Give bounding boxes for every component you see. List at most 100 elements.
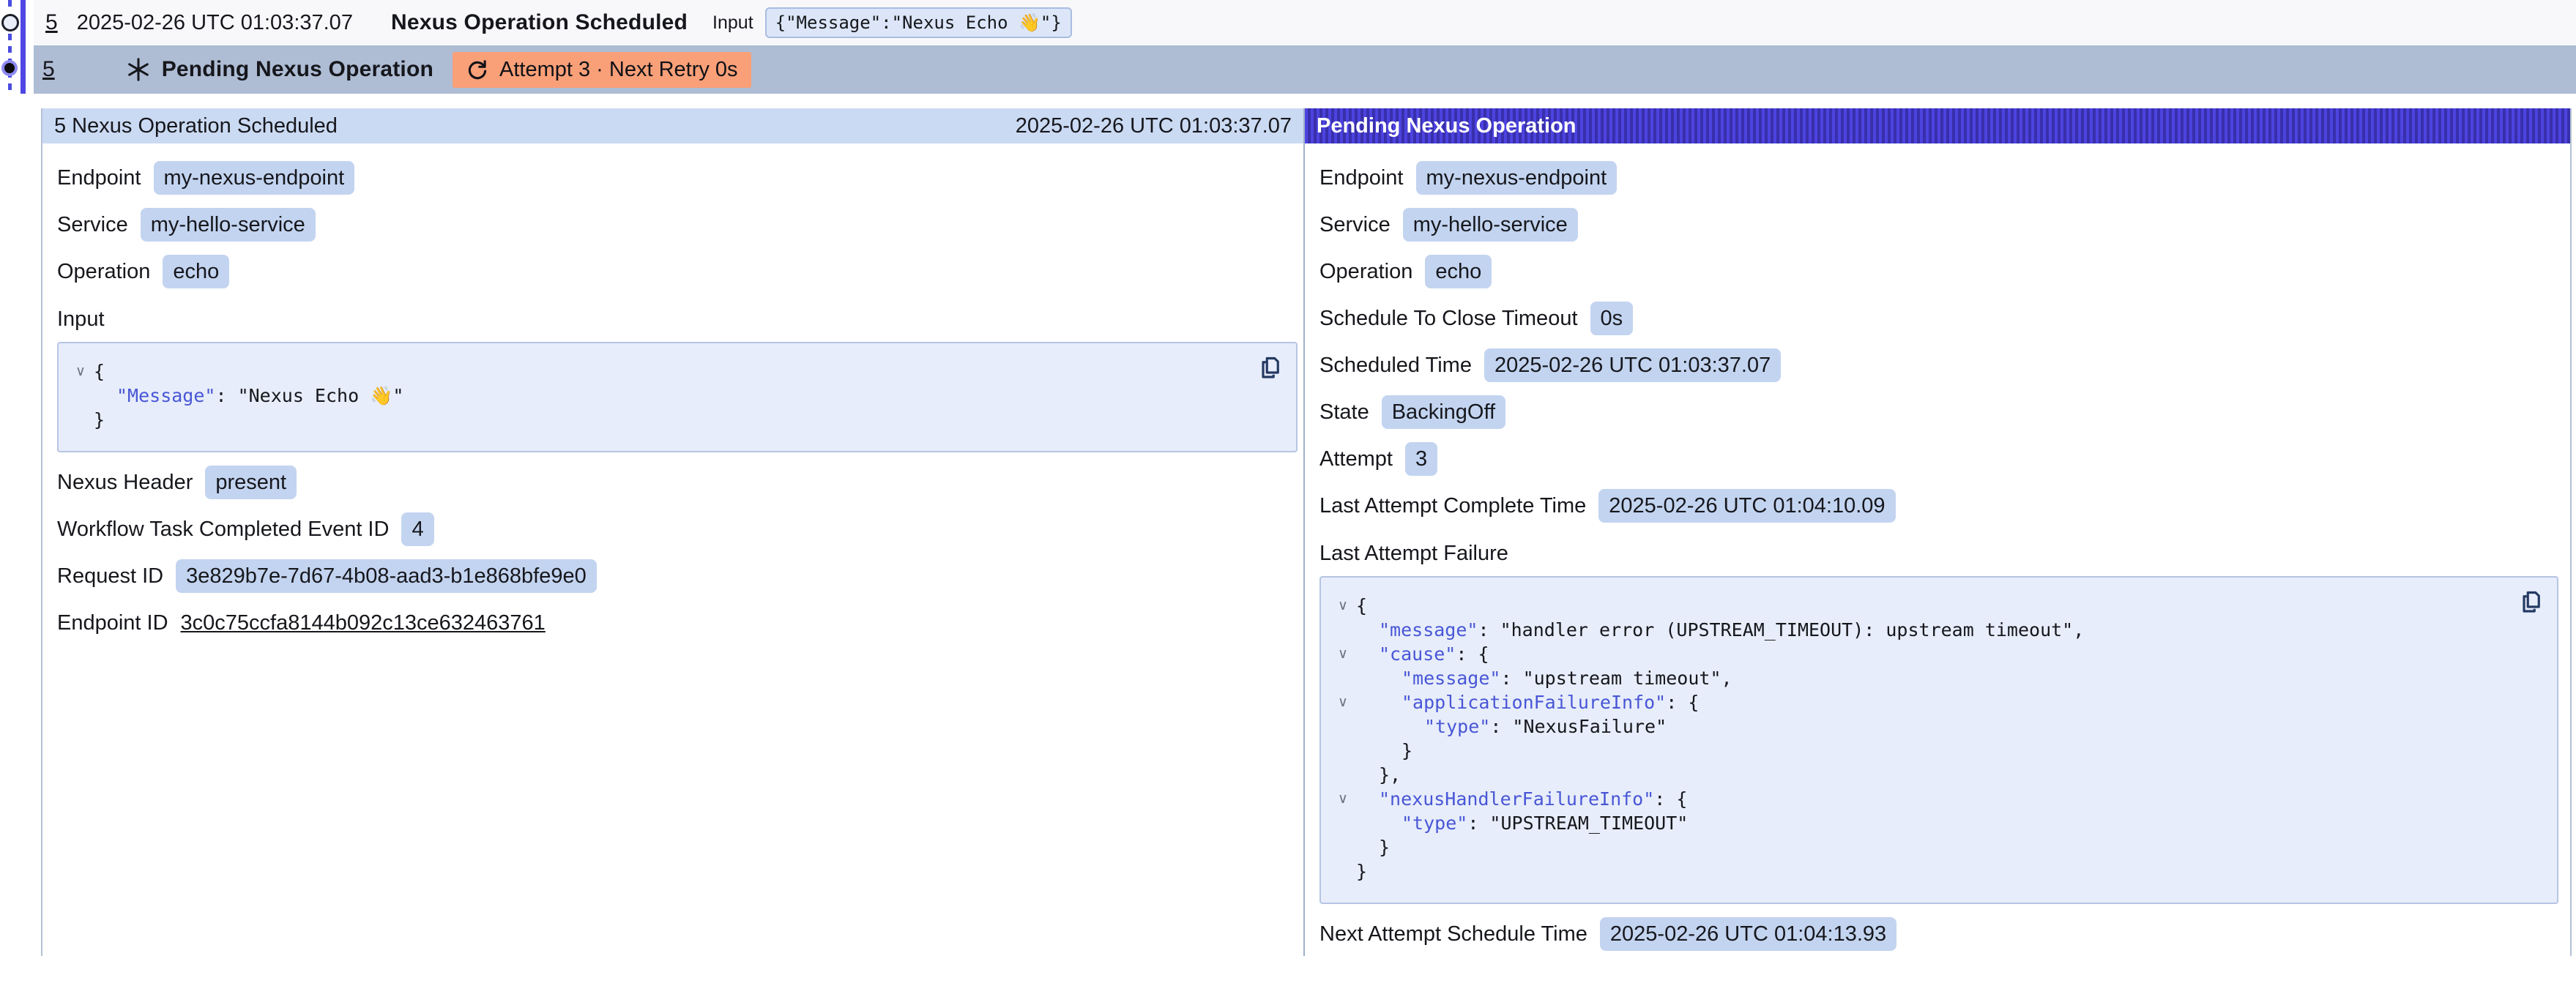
field-value-badge: 2025-02-26 UTC 01:04:10.09 xyxy=(1598,489,1895,523)
field-row: Endpoint my-nexus-endpoint xyxy=(57,161,1298,195)
event-detail-header-timestamp: 2025-02-26 UTC 01:03:37.07 xyxy=(1016,114,1292,138)
event-input-preview-chip[interactable]: {"Message":"Nexus Echo 👋"} xyxy=(765,7,1072,38)
field-value-badge: 3 xyxy=(1405,442,1437,476)
field-row: Last Attempt Complete Time 2025-02-26 UT… xyxy=(1319,489,2558,523)
field-row: Workflow Task Completed Event ID 4 xyxy=(57,512,1298,546)
field-value-badge: my-hello-service xyxy=(141,208,316,242)
field-value-badge: 2025-02-26 UTC 01:03:37.07 xyxy=(1484,348,1781,382)
pending-operation-header-title: Pending Nexus Operation xyxy=(1317,114,1577,138)
next-attempt-value-badge: 2025-02-26 UTC 01:04:13.93 xyxy=(1600,917,1896,951)
event-timestamp: 2025-02-26 UTC 01:03:37.07 xyxy=(77,11,353,35)
collapse-chevron-icon[interactable]: ∨ xyxy=(1330,787,1356,811)
field-row: Request ID 3e829b7e-7d67-4b08-aad3-b1e86… xyxy=(57,559,1298,593)
field-value-badge: present xyxy=(205,466,297,499)
field-row: Service my-hello-service xyxy=(1319,208,2558,242)
field-label: Workflow Task Completed Event ID xyxy=(57,518,389,542)
endpoint-id-link[interactable]: 3c0c75ccfa8144b092c13ce632463761 xyxy=(181,611,546,635)
copy-input-button[interactable] xyxy=(1257,355,1283,381)
input-json-block: ∨{"Message": "Nexus Echo 👋"} xyxy=(57,342,1298,452)
field-label: Last Attempt Complete Time xyxy=(1319,494,1586,518)
retry-icon xyxy=(466,58,489,81)
code-line: ∨"cause": { xyxy=(1330,642,2506,666)
field-label: Service xyxy=(57,213,128,237)
field-row: Attempt 3 xyxy=(1319,442,2558,476)
field-label: Attempt xyxy=(1319,447,1393,471)
field-value-badge: 3e829b7e-7d67-4b08-aad3-b1e868bfe9e0 xyxy=(176,559,597,593)
next-attempt-label: Next Attempt Schedule Time xyxy=(1319,922,1587,946)
field-row: Scheduled Time 2025-02-26 UTC 01:03:37.0… xyxy=(1319,348,2558,382)
timeline-event-marker-current[interactable] xyxy=(1,60,18,76)
field-label: Endpoint xyxy=(1319,166,1404,190)
field-row: Nexus Header present xyxy=(57,466,1298,499)
pending-event-id-link[interactable]: 5 xyxy=(42,57,55,82)
field-row: Service my-hello-service xyxy=(57,208,1298,242)
collapse-chevron-icon[interactable]: ∨ xyxy=(67,359,94,384)
field-label: Operation xyxy=(1319,260,1412,284)
timeline-rail xyxy=(0,0,34,956)
collapse-chevron-icon[interactable]: ∨ xyxy=(1330,690,1356,714)
field-value-badge: 0s xyxy=(1590,302,1634,335)
code-line: "message": "handler error (UPSTREAM_TIME… xyxy=(1330,618,2506,642)
code-line: } xyxy=(1330,835,2506,859)
endpoint-id-label: Endpoint ID xyxy=(57,611,168,635)
failure-block-label: Last Attempt Failure xyxy=(1319,542,2558,566)
field-value-badge: echo xyxy=(163,255,229,288)
pending-operation-row[interactable]: 5 Pending Nexus Operation Attempt 3 · Ne… xyxy=(34,45,2576,94)
copy-icon xyxy=(1257,355,1283,381)
field-row: State BackingOff xyxy=(1319,395,2558,429)
next-attempt-row: Next Attempt Schedule Time 2025-02-26 UT… xyxy=(1319,917,2558,951)
event-history-row[interactable]: 5 2025-02-26 UTC 01:03:37.07 Nexus Opera… xyxy=(34,0,2576,45)
timeline-event-marker-open[interactable] xyxy=(1,14,19,31)
field-value-badge: echo xyxy=(1425,255,1492,288)
copy-failure-button[interactable] xyxy=(2517,589,2544,616)
code-line: ∨"nexusHandlerFailureInfo": { xyxy=(1330,787,2506,811)
code-line: }, xyxy=(1330,763,2506,787)
code-line: } xyxy=(1330,859,2506,884)
code-line: "type": "UPSTREAM_TIMEOUT" xyxy=(1330,811,2506,835)
event-fields-after: Nexus Header present Workflow Task Compl… xyxy=(57,466,1298,593)
code-line: ∨{ xyxy=(67,359,1245,384)
field-label: Operation xyxy=(57,260,150,284)
field-label: State xyxy=(1319,400,1369,425)
field-row: Operation echo xyxy=(1319,255,2558,288)
pending-fields: Endpoint my-nexus-endpoint Service my-he… xyxy=(1319,161,2558,523)
attempt-retry-text: Attempt 3 · Next Retry 0s xyxy=(499,58,738,82)
code-line: } xyxy=(67,408,1245,432)
pending-asterisk-icon xyxy=(125,56,152,83)
pending-operation-header: Pending Nexus Operation xyxy=(1305,108,2570,143)
input-block-label: Input xyxy=(57,307,1298,332)
event-title: Nexus Operation Scheduled xyxy=(391,10,688,35)
event-detail-header-title: 5 Nexus Operation Scheduled xyxy=(54,114,338,138)
code-line: "Message": "Nexus Echo 👋" xyxy=(67,384,1245,408)
timeline-active-bar xyxy=(21,0,26,94)
field-value-badge: my-nexus-endpoint xyxy=(1416,161,1618,195)
field-label: Nexus Header xyxy=(57,471,193,495)
event-fields: Endpoint my-nexus-endpoint Service my-he… xyxy=(57,161,1298,288)
event-details-panel: 5 Nexus Operation Scheduled 2025-02-26 U… xyxy=(41,108,2572,956)
field-label: Scheduled Time xyxy=(1319,354,1472,378)
field-label: Endpoint xyxy=(57,166,141,190)
code-line: ∨{ xyxy=(1330,594,2506,618)
code-line: } xyxy=(1330,739,2506,763)
copy-icon xyxy=(2517,589,2544,616)
pending-operation-title: Pending Nexus Operation xyxy=(162,57,433,82)
field-row: Schedule To Close Timeout 0s xyxy=(1319,302,2558,335)
event-input-label: Input xyxy=(712,12,753,34)
field-value-badge: BackingOff xyxy=(1382,395,1505,429)
event-id-link[interactable]: 5 xyxy=(45,10,58,35)
pending-operation-section: Pending Nexus Operation Endpoint my-nexu… xyxy=(1305,108,2570,956)
timeline-dashed-connector-top xyxy=(8,0,12,12)
collapse-chevron-icon[interactable]: ∨ xyxy=(1330,642,1356,666)
field-label: Schedule To Close Timeout xyxy=(1319,307,1578,331)
field-value-badge: my-hello-service xyxy=(1403,208,1578,242)
event-detail-section: 5 Nexus Operation Scheduled 2025-02-26 U… xyxy=(42,108,1305,956)
endpoint-id-row: Endpoint ID 3c0c75ccfa8144b092c13ce63246… xyxy=(57,606,1298,640)
code-line: "type": "NexusFailure" xyxy=(1330,714,2506,739)
field-value-badge: 4 xyxy=(401,512,433,546)
field-label: Service xyxy=(1319,213,1391,237)
event-detail-header: 5 Nexus Operation Scheduled 2025-02-26 U… xyxy=(42,108,1303,143)
code-line: "message": "upstream timeout", xyxy=(1330,666,2506,690)
field-label: Request ID xyxy=(57,564,163,589)
attempt-retry-badge: Attempt 3 · Next Retry 0s xyxy=(453,52,751,88)
collapse-chevron-icon[interactable]: ∨ xyxy=(1330,594,1356,618)
